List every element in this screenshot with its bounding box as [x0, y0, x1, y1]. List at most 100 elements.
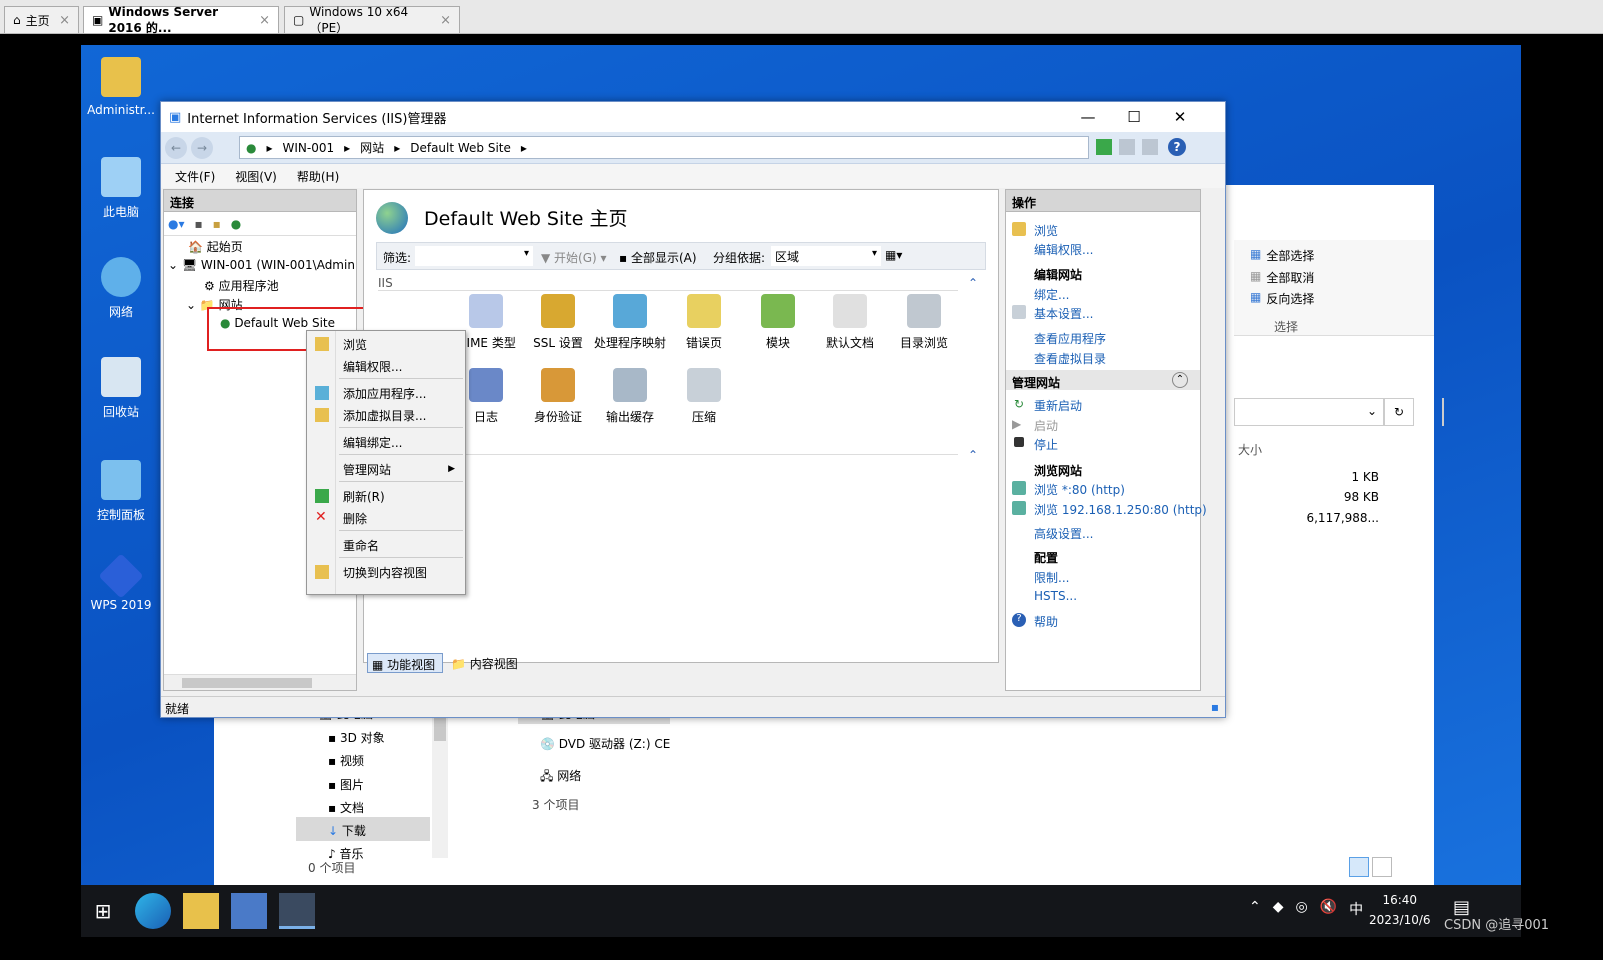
feature-compression[interactable]: 压缩	[668, 368, 740, 425]
size-column-header[interactable]: 大小	[1238, 441, 1262, 458]
close-button[interactable]: ✕	[1157, 102, 1203, 132]
horizontal-scrollbar[interactable]	[164, 674, 356, 690]
action-edit-permissions[interactable]: 编辑权限...	[1034, 241, 1093, 258]
action-help[interactable]: 帮助	[1034, 613, 1058, 630]
tree-start-page[interactable]: 🏠 起始页	[188, 238, 243, 255]
nav-documents[interactable]: ▪ 文档	[328, 799, 364, 816]
group-by-select[interactable]: 区域 ▾	[771, 246, 881, 266]
feature-output-caching[interactable]: 输出缓存	[594, 368, 666, 425]
breadcrumb-sites[interactable]: 网站	[360, 139, 384, 156]
disconnect-icon[interactable]: ●	[231, 217, 241, 231]
ctx-rename[interactable]: 重命名	[307, 534, 465, 556]
forward-button[interactable]: →	[191, 137, 213, 159]
nav-3d-objects[interactable]: ▪ 3D 对象	[328, 729, 385, 746]
action-advanced-settings[interactable]: 高级设置...	[1034, 525, 1093, 542]
chevron-up-icon[interactable]: ⌃	[1249, 899, 1261, 919]
ctx-edit-permissions[interactable]: 编辑权限...	[307, 355, 465, 377]
action-stop[interactable]: 停止	[1034, 436, 1058, 453]
desktop-icon-network[interactable]: 网络	[81, 257, 161, 320]
package-icon[interactable]: ◆	[1273, 899, 1284, 919]
ctx-manage-site[interactable]: 管理网站 ▶	[307, 458, 465, 480]
breadcrumb-server[interactable]: WIN-001	[283, 141, 335, 155]
breadcrumb[interactable]: ● ▸ WIN-001 ▸ 网站 ▸ Default Web Site ▸	[239, 136, 1089, 159]
search-input[interactable]	[1442, 398, 1444, 426]
feature-handler-mappings[interactable]: 处理程序映射	[594, 294, 666, 351]
ctx-switch-content-view[interactable]: 切换到内容视图	[307, 561, 465, 583]
ime-indicator[interactable]: 中	[1349, 899, 1363, 919]
folder-up-icon[interactable]: ▪	[213, 217, 221, 231]
connect-icon[interactable]: ●▾	[168, 217, 185, 231]
close-icon[interactable]: ×	[259, 13, 270, 28]
clock[interactable]: 16:40 2023/10/6	[1369, 890, 1431, 930]
refresh-icon[interactable]	[1096, 139, 1112, 155]
breadcrumb-site[interactable]: Default Web Site	[410, 141, 511, 155]
ctx-edit-bindings[interactable]: 编辑绑定...	[307, 431, 465, 453]
select-none-button[interactable]: ▦ 全部取消	[1250, 269, 1314, 286]
nav-pictures[interactable]: ▪ 图片	[328, 776, 364, 793]
action-hsts[interactable]: HSTS...	[1034, 589, 1077, 603]
menu-help[interactable]: 帮助(H)	[297, 168, 339, 185]
start-button[interactable]: ▼ 开始(G) ▾	[541, 249, 607, 266]
ctx-delete[interactable]: ✕ 删除	[307, 507, 465, 529]
content-dvd-drive[interactable]: 💿 DVD 驱动器 (Z:) CES	[540, 735, 670, 752]
host-tab-home[interactable]: ⌂ 主页 ×	[4, 6, 79, 33]
content-network[interactable]: 🖧 网络	[540, 767, 581, 788]
feature-ssl[interactable]: SSL 设置	[522, 294, 594, 351]
ctx-browse[interactable]: 浏览	[307, 333, 465, 355]
action-start[interactable]: 启动	[1034, 417, 1058, 434]
stop-icon[interactable]	[1119, 139, 1135, 155]
tree-server[interactable]: ⌄ 🖥 WIN-001 (WIN-001\Admin	[168, 258, 355, 272]
filter-input[interactable]: ▾	[415, 246, 533, 266]
action-browse-ip[interactable]: 浏览 192.168.1.250:80 (http)	[1034, 501, 1207, 518]
large-icons-view-icon[interactable]	[1372, 857, 1392, 877]
action-view-virtual-dirs[interactable]: 查看虚拟目录	[1034, 350, 1106, 367]
nav-videos[interactable]: ▪ 视频	[328, 752, 364, 769]
address-dropdown[interactable]: ⌄	[1234, 398, 1384, 426]
refresh-button[interactable]: ↻	[1384, 398, 1414, 426]
desktop-icon-admin[interactable]: Administr...	[81, 57, 161, 117]
view-mode-icon[interactable]: ▦▾	[885, 248, 902, 262]
show-all-button[interactable]: ▪ 全部显示(A)	[619, 249, 697, 266]
server-manager-icon[interactable]	[231, 893, 267, 929]
desktop-icon-recycle[interactable]: 回收站	[81, 357, 161, 420]
volume-muted-icon[interactable]: 🔇	[1320, 899, 1337, 919]
action-bindings[interactable]: 绑定...	[1034, 286, 1069, 303]
desktop-icon-control-panel[interactable]: 控制面板	[81, 460, 161, 523]
minimize-button[interactable]: —	[1065, 102, 1111, 132]
network-icon[interactable]: ◎	[1296, 899, 1308, 919]
action-restart[interactable]: 重新启动	[1034, 397, 1082, 414]
start-button[interactable]: ⊞	[85, 893, 121, 929]
feature-authentication[interactable]: 身份验证	[522, 368, 594, 425]
nav-scrollbar[interactable]	[432, 703, 448, 858]
desktop-icon-this-pc[interactable]: 此电脑	[81, 157, 161, 220]
help-icon[interactable]: ?	[1168, 138, 1186, 156]
feature-error-pages[interactable]: 错误页	[668, 294, 740, 351]
host-tab-server2016[interactable]: ▣ Windows Server 2016 的... ×	[83, 5, 279, 35]
home-icon[interactable]	[1142, 139, 1158, 155]
back-button[interactable]: ←	[165, 137, 187, 159]
chevron-up-icon[interactable]: ⌃	[968, 276, 978, 290]
action-browse[interactable]: 浏览	[1034, 222, 1058, 239]
action-browse-80[interactable]: 浏览 *:80 (http)	[1034, 481, 1125, 498]
tree-app-pools[interactable]: ⚙ 应用程序池	[204, 277, 279, 294]
save-icon[interactable]: ▪	[195, 217, 203, 231]
details-view-icon[interactable]	[1349, 857, 1369, 877]
file-explorer-icon[interactable]	[183, 893, 219, 929]
feature-directory-browsing[interactable]: 目录浏览	[888, 294, 960, 351]
iis-taskbar-icon[interactable]	[279, 893, 315, 929]
host-tab-win10pe[interactable]: ▢ Windows 10 x64（PE） ×	[284, 5, 460, 35]
select-all-button[interactable]: ▦ 全部选择	[1250, 247, 1314, 264]
tab-content-view[interactable]: 📁 内容视图	[447, 655, 522, 672]
nav-downloads[interactable]: ↓ 下载	[328, 822, 366, 839]
action-basic-settings[interactable]: 基本设置...	[1034, 305, 1093, 322]
tab-features-view[interactable]: ▦ 功能视图	[367, 653, 443, 673]
menu-file[interactable]: 文件(F)	[175, 168, 215, 185]
close-icon[interactable]: ×	[440, 13, 451, 28]
feature-modules[interactable]: 模块	[742, 294, 814, 351]
invert-selection-button[interactable]: ▦ 反向选择	[1250, 290, 1314, 307]
feature-default-document[interactable]: 默认文档	[814, 294, 886, 351]
chevron-up-icon[interactable]: ⌃	[968, 448, 978, 462]
ctx-add-application[interactable]: 添加应用程序...	[307, 382, 465, 404]
ctx-refresh[interactable]: 刷新(R)	[307, 485, 465, 507]
ctx-add-virtual-dir[interactable]: 添加虚拟目录...	[307, 404, 465, 426]
